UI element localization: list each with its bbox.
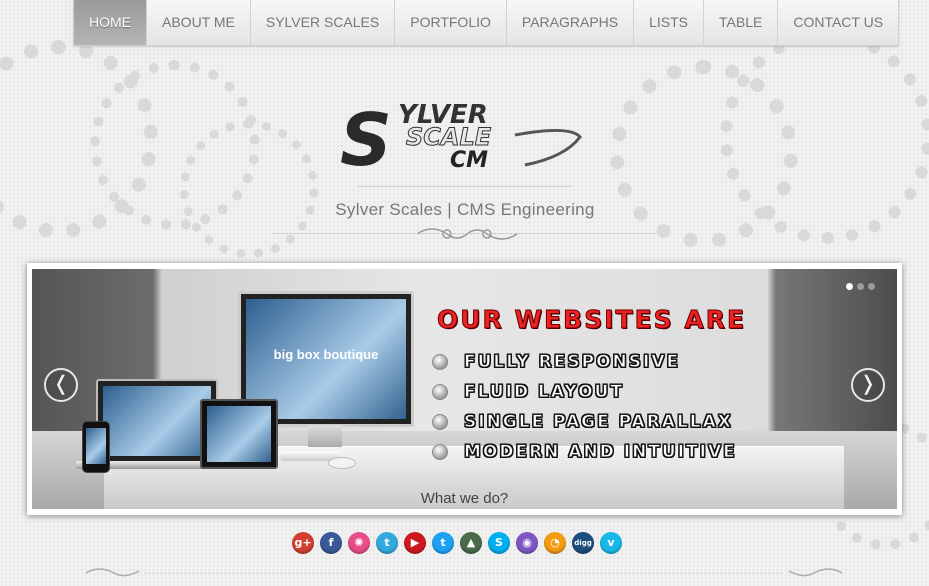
- slide-bullet: SINGLE PAGE PARALLAX: [432, 407, 737, 437]
- social-icons: g+ f ✺ t ▶ t ▲ S ◉ ◔ digg v: [292, 532, 622, 554]
- nav-home[interactable]: HOME: [74, 0, 147, 45]
- main-nav: HOME ABOUT ME SYLVER SCALES PORTFOLIO PA…: [73, 0, 900, 46]
- youtube-icon[interactable]: ▶: [404, 532, 426, 554]
- dotted-divider: [273, 233, 656, 234]
- footer-flourish: [85, 568, 843, 577]
- slide-bullet: MODERN AND INTUITIVE: [432, 437, 737, 467]
- chevron-right-icon: ❭: [859, 373, 877, 395]
- dribbble-icon[interactable]: ✺: [348, 532, 370, 554]
- logo-divider: [358, 186, 572, 187]
- slide-bullet-text: SINGLE PAGE PARALLAX: [464, 412, 733, 433]
- background-swirl: [0, 40, 158, 238]
- background-swirl: [90, 60, 260, 230]
- slide-headline: OUR WEBSITES ARE: [436, 305, 747, 335]
- slide-bullet: FLUID LAYOUT: [432, 377, 737, 407]
- hero-slider: big box boutique OUR WEBSITES ARE FULLY …: [27, 263, 902, 515]
- twitter-icon[interactable]: t: [432, 532, 454, 554]
- logo-initial: S: [340, 98, 392, 175]
- slider-pager: [846, 283, 875, 290]
- nav-about-me[interactable]: ABOUT ME: [147, 0, 251, 45]
- forrst-icon[interactable]: ▲: [460, 532, 482, 554]
- nav-contact-us[interactable]: CONTACT US: [778, 0, 898, 45]
- facebook-icon[interactable]: f: [320, 532, 342, 554]
- logo-line2: SCALE: [406, 123, 492, 151]
- logo-swoosh: [514, 128, 582, 167]
- flourish-ornament: [416, 228, 518, 240]
- pager-dot[interactable]: [857, 283, 864, 290]
- mouse-image: [328, 457, 356, 469]
- bullet-icon: [432, 384, 448, 400]
- twitter-bird-icon[interactable]: t: [376, 532, 398, 554]
- slider-next-button[interactable]: ❭: [851, 368, 885, 402]
- nav-table[interactable]: TABLE: [704, 0, 779, 45]
- site-logo[interactable]: S YLVER SCALE CM: [340, 95, 590, 175]
- imac-stand: [308, 425, 342, 447]
- tablet-device-image: [200, 399, 278, 469]
- site-tagline: Sylver Scales | CMS Engineering: [335, 200, 595, 219]
- background-swirl: [720, 30, 929, 244]
- pager-dot[interactable]: [846, 283, 853, 290]
- slide-bullet-text: FULLY RESPONSIVE: [463, 352, 681, 373]
- nav-lists[interactable]: LISTS: [634, 0, 705, 45]
- nav-paragraphs[interactable]: PARAGRAPHS: [507, 0, 635, 45]
- nav-sylver-scales[interactable]: SYLVER SCALES: [251, 0, 396, 45]
- device-screen-text: big box boutique: [273, 347, 379, 362]
- slide-bullet-text: FLUID LAYOUT: [464, 382, 624, 403]
- nav-portfolio[interactable]: PORTFOLIO: [395, 0, 507, 45]
- bullet-icon: [432, 414, 448, 430]
- rss-icon[interactable]: ◔: [544, 532, 566, 554]
- picasa-icon[interactable]: ◉: [516, 532, 538, 554]
- slide-bullet-list: FULLY RESPONSIVE FLUID LAYOUT SINGLE PAG…: [432, 347, 737, 467]
- background-swirl: [180, 120, 318, 258]
- google-plus-icon[interactable]: g+: [292, 532, 314, 554]
- slider-prev-button[interactable]: ❬: [44, 368, 78, 402]
- slide-bullet: FULLY RESPONSIVE: [432, 347, 737, 377]
- logo-line3: CM: [450, 148, 488, 173]
- slide-caption: What we do?: [420, 490, 509, 507]
- bullet-icon: [432, 354, 448, 370]
- phone-device-image: [82, 421, 110, 473]
- pager-dot[interactable]: [868, 283, 875, 290]
- chevron-left-icon: ❬: [52, 373, 70, 395]
- digg-icon[interactable]: digg: [572, 532, 594, 554]
- bullet-icon: [432, 444, 448, 460]
- vimeo-icon[interactable]: v: [600, 532, 622, 554]
- slide-bullet-text: MODERN AND INTUITIVE: [464, 442, 737, 463]
- skype-icon[interactable]: S: [488, 532, 510, 554]
- slide: big box boutique OUR WEBSITES ARE FULLY …: [32, 269, 897, 509]
